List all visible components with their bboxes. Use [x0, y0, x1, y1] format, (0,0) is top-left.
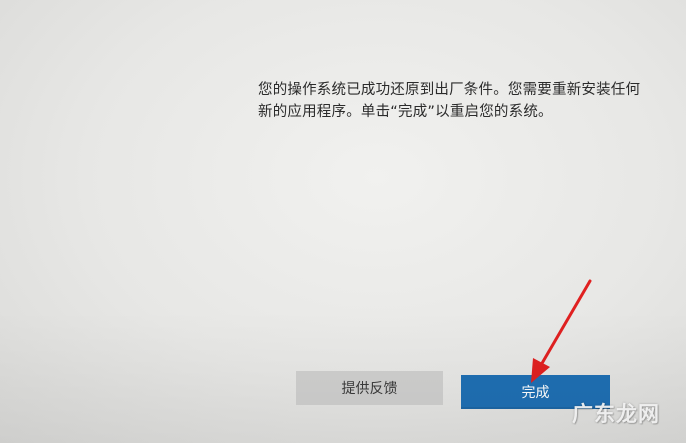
feedback-button[interactable]: 提供反馈 — [296, 371, 443, 405]
feedback-button-label: 提供反馈 — [341, 381, 398, 397]
done-button-label: 完成 — [521, 385, 550, 401]
message-line-2: 新的应用程序。单击“完成”以重启您的系统。 — [258, 104, 553, 120]
site-watermark: 广东龙网 — [572, 401, 660, 426]
reset-complete-message: 您的操作系统已成功还原到出厂条件。您需要重新安装任何 新的应用程序。单击“完成”… — [258, 79, 668, 123]
reset-complete-screen: 您的操作系统已成功还原到出厂条件。您需要重新安装任何 新的应用程序。单击“完成”… — [0, 0, 686, 443]
red-arrow-shaft — [539, 279, 592, 367]
message-line-1: 您的操作系统已成功还原到出厂条件。您需要重新安装任何 — [258, 82, 641, 98]
